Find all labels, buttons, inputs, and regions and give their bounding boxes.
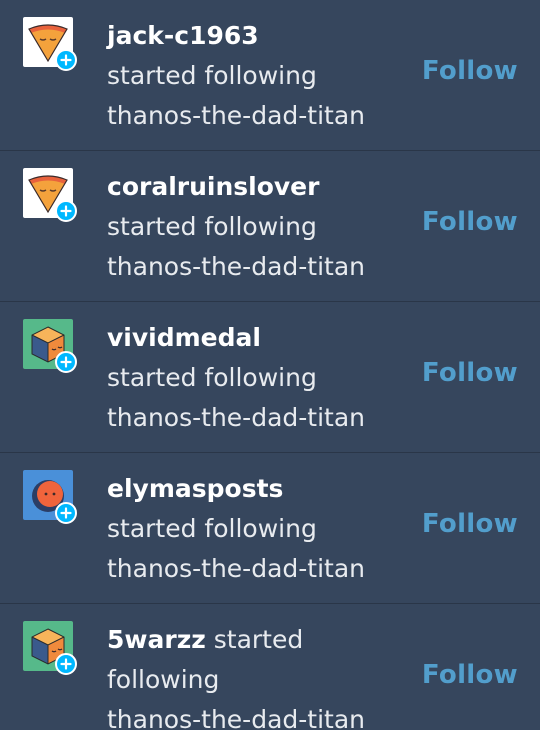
activity-text: elymasposts started following thanos-the… bbox=[107, 469, 407, 589]
follow-plus-icon[interactable] bbox=[55, 502, 77, 524]
username-link[interactable]: 5warzz bbox=[107, 625, 206, 654]
activity-text: vividmedal started following thanos-the-… bbox=[107, 318, 407, 438]
follow-button[interactable]: Follow bbox=[422, 56, 518, 86]
target-blog-link[interactable]: thanos-the-dad-titan bbox=[107, 549, 407, 589]
activity-row: vividmedal started following thanos-the-… bbox=[0, 302, 540, 453]
activity-text: coralruinslover started following thanos… bbox=[107, 167, 407, 287]
follow-button[interactable]: Follow bbox=[422, 358, 518, 388]
follow-button[interactable]: Follow bbox=[422, 660, 518, 690]
action-text: started following bbox=[107, 61, 317, 90]
activity-row: elymasposts started following thanos-the… bbox=[0, 453, 540, 604]
action-text: started following bbox=[107, 212, 317, 241]
follow-plus-icon[interactable] bbox=[55, 49, 77, 71]
activity-text: jack-c1963 started following thanos-the-… bbox=[107, 16, 407, 136]
follow-button[interactable]: Follow bbox=[422, 207, 518, 237]
action-text: started following bbox=[107, 514, 317, 543]
follow-plus-icon[interactable] bbox=[55, 653, 77, 675]
follow-plus-icon[interactable] bbox=[55, 351, 77, 373]
target-blog-link[interactable]: thanos-the-dad-titan bbox=[107, 700, 407, 730]
avatar[interactable] bbox=[23, 621, 77, 675]
username-link[interactable]: jack-c1963 bbox=[107, 16, 407, 56]
action-text: started following bbox=[107, 363, 317, 392]
target-blog-link[interactable]: thanos-the-dad-titan bbox=[107, 247, 407, 287]
activity-list: jack-c1963 started following thanos-the-… bbox=[0, 0, 540, 730]
follow-plus-icon[interactable] bbox=[55, 200, 77, 222]
action-text-continued: following bbox=[107, 665, 220, 694]
activity-row: 5warzz started following thanos-the-dad-… bbox=[0, 604, 540, 730]
target-blog-link[interactable]: thanos-the-dad-titan bbox=[107, 398, 407, 438]
activity-row: coralruinslover started following thanos… bbox=[0, 151, 540, 302]
activity-row: jack-c1963 started following thanos-the-… bbox=[0, 0, 540, 151]
avatar[interactable] bbox=[23, 470, 77, 524]
avatar[interactable] bbox=[23, 319, 77, 373]
username-link[interactable]: vividmedal bbox=[107, 318, 407, 358]
avatar[interactable] bbox=[23, 168, 77, 222]
follow-button[interactable]: Follow bbox=[422, 509, 518, 539]
avatar[interactable] bbox=[23, 17, 77, 71]
username-link[interactable]: coralruinslover bbox=[107, 167, 407, 207]
username-link[interactable]: elymasposts bbox=[107, 469, 407, 509]
target-blog-link[interactable]: thanos-the-dad-titan bbox=[107, 96, 407, 136]
action-text: started bbox=[213, 625, 304, 654]
activity-text: 5warzz started following thanos-the-dad-… bbox=[107, 620, 407, 730]
